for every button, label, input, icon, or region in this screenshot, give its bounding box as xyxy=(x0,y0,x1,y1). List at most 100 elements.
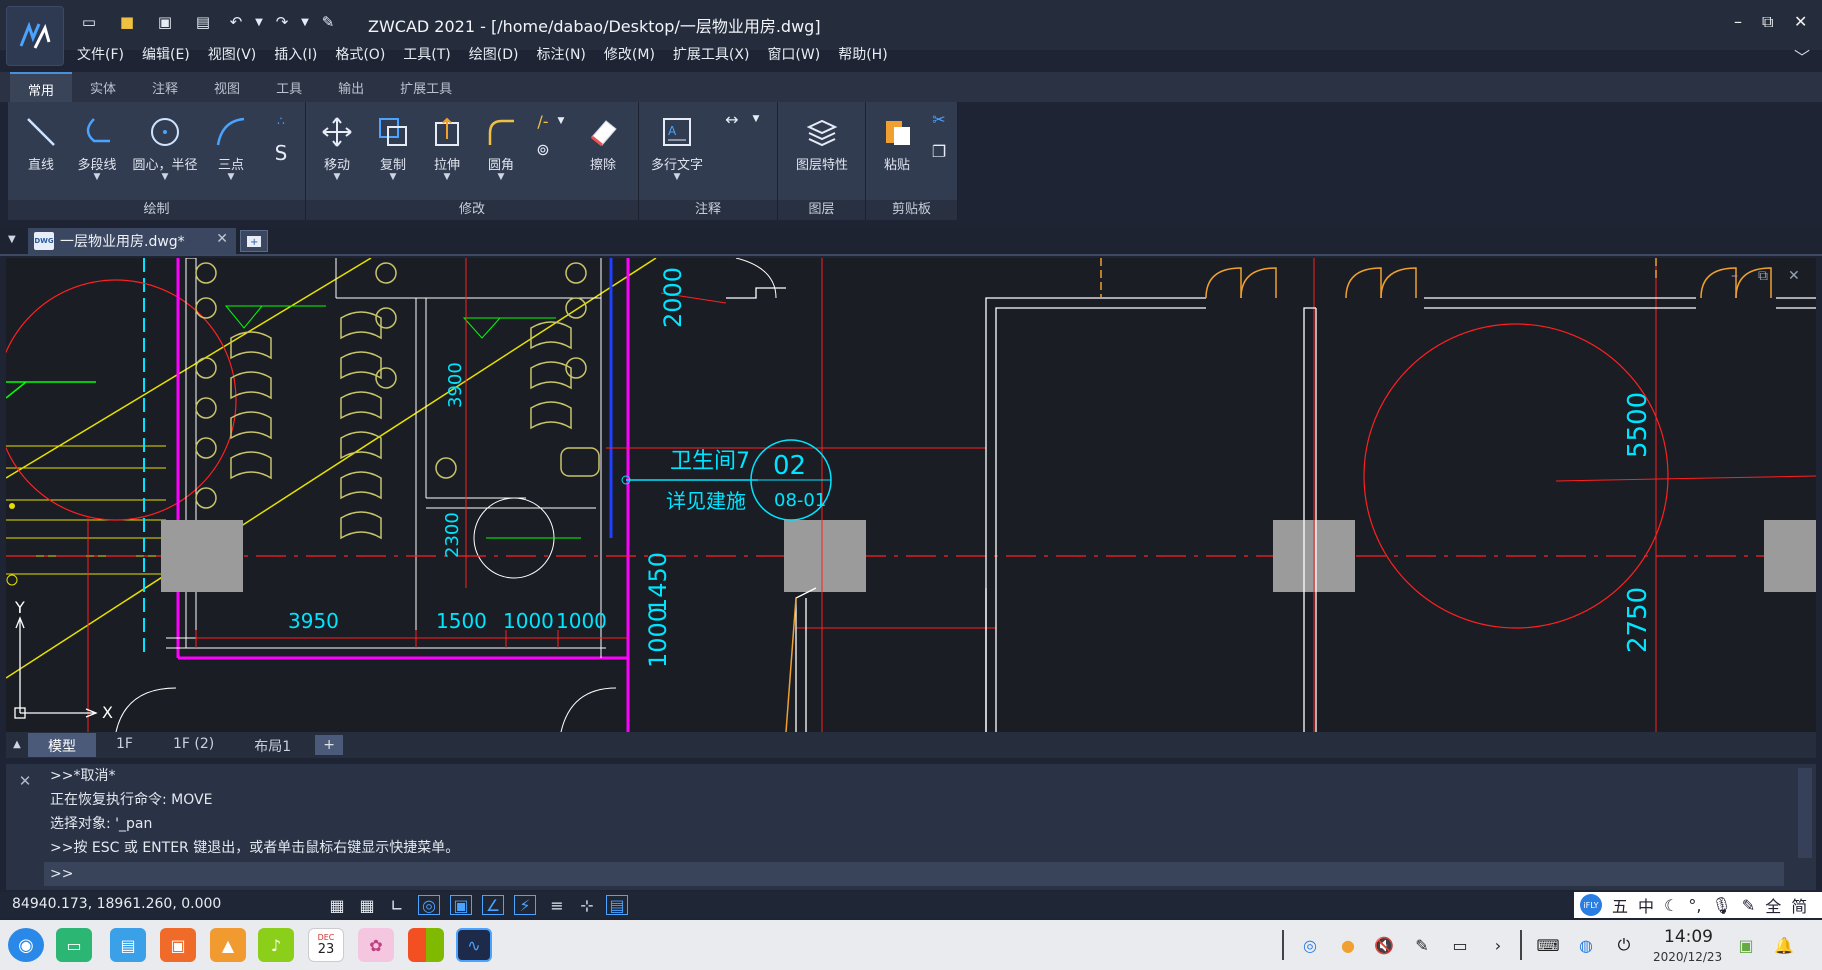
menu-insert[interactable]: 插入(I) xyxy=(265,42,326,66)
save-icon[interactable]: ▣ xyxy=(146,10,184,34)
dropdown-arrow-icon[interactable]: ▼ xyxy=(645,173,709,182)
zwcad-taskbar-icon[interactable]: ∿ xyxy=(456,928,492,962)
dropdown-arrow-icon[interactable]: ▼ xyxy=(310,173,364,182)
chevron-down-icon[interactable]: ▼ xyxy=(8,234,16,245)
layout-tab-layout1[interactable]: 布局1 xyxy=(234,733,311,757)
copy-clip-icon[interactable]: ❐ xyxy=(928,140,950,162)
chevron-down-icon[interactable]: ﹀ xyxy=(1794,44,1810,68)
layout-tab-1f[interactable]: 1F xyxy=(96,733,153,757)
dropdown-arrow-icon[interactable]: ▼ xyxy=(474,173,528,182)
start-menu-icon[interactable]: ◉ xyxy=(8,928,44,962)
menu-tools[interactable]: 工具(T) xyxy=(394,42,459,66)
minimize-button[interactable]: – xyxy=(1734,12,1742,31)
add-layout-button[interactable]: + xyxy=(315,735,344,755)
layer-properties-tool[interactable]: 图层特性 xyxy=(784,112,860,173)
polar-tracking-icon[interactable]: ◎ xyxy=(418,895,440,915)
punctuation-icon[interactable]: °, xyxy=(1688,896,1701,915)
menu-edit[interactable]: 编辑(E) xyxy=(133,42,199,66)
command-scrollbar[interactable] xyxy=(1798,768,1812,858)
keyboard-icon[interactable]: ⌨ xyxy=(1536,933,1560,957)
menu-modify[interactable]: 修改(M) xyxy=(595,42,664,66)
menu-file[interactable]: 文件(F) xyxy=(68,42,133,66)
offset-icon[interactable]: ⊚ xyxy=(532,138,554,160)
drawing-canvas[interactable]: 3950 1500 1000 1000 3900 2300 1450 1000 … xyxy=(6,258,1816,732)
menu-help[interactable]: 帮助(H) xyxy=(829,42,896,66)
new-tab-button[interactable]: + xyxy=(240,230,268,252)
ifly-tray-icon[interactable]: ◎ xyxy=(1298,933,1322,957)
menu-draw[interactable]: 绘图(D) xyxy=(460,42,528,66)
update-tray-icon[interactable]: ● xyxy=(1336,933,1360,957)
layout-tab-1f-2[interactable]: 1F (2) xyxy=(153,733,234,757)
quick-properties-icon[interactable]: ▤ xyxy=(606,895,628,915)
undo-icon[interactable]: ↶ xyxy=(222,10,250,34)
paste-tool[interactable]: 粘贴 xyxy=(870,112,924,173)
viewport-restore-icon[interactable]: ⧉ xyxy=(1758,268,1768,284)
object-snap-icon[interactable]: ▣ xyxy=(450,895,472,915)
cut-icon[interactable]: ✂ xyxy=(928,108,950,130)
dropdown-arrow-icon[interactable]: ▼ xyxy=(420,173,474,182)
spline-icon[interactable]: S xyxy=(270,141,292,165)
ime-chinese[interactable]: 中 xyxy=(1638,893,1654,917)
redo-icon[interactable]: ↷ xyxy=(268,10,296,34)
tab-output[interactable]: 输出 xyxy=(320,72,382,102)
viewport-close-icon[interactable]: ✕ xyxy=(1788,268,1800,284)
stretch-tool[interactable]: 拉伸 ▼ xyxy=(420,112,474,182)
office-icon[interactable] xyxy=(408,928,444,962)
app-store-icon[interactable]: ▣ xyxy=(160,928,196,962)
circle-tool[interactable]: 圆心，半径 ▼ xyxy=(130,112,200,182)
file-manager-icon[interactable]: ▤ xyxy=(110,928,146,962)
dropdown-arrow-icon[interactable]: ▼ xyxy=(130,173,200,182)
open-folder-icon[interactable]: ■ xyxy=(108,10,146,34)
dropdown-arrow-icon[interactable]: ▼ xyxy=(550,110,572,132)
document-tab[interactable]: DWG 一层物业用房.dwg* ✕ xyxy=(28,228,236,254)
volume-muted-icon[interactable]: 🔇 xyxy=(1372,933,1396,957)
dropdown-arrow-icon[interactable]: ▼ xyxy=(70,173,124,182)
dropdown-arrow-icon[interactable]: ▼ xyxy=(204,173,258,182)
dropdown-arrow-icon[interactable]: ▼ xyxy=(366,173,420,182)
pen-tray-icon[interactable]: ✎ xyxy=(1410,933,1434,957)
tab-tools[interactable]: 工具 xyxy=(258,72,320,102)
moon-icon[interactable]: ☾ xyxy=(1664,896,1678,915)
microphone-icon[interactable]: 🎙 xyxy=(1711,896,1731,915)
network-icon[interactable]: ◍ xyxy=(1574,933,1598,957)
calendar-icon[interactable]: DEC 23 xyxy=(308,928,344,962)
menu-extensions[interactable]: 扩展工具(X) xyxy=(664,42,759,66)
tab-view[interactable]: 视图 xyxy=(196,72,258,102)
close-icon[interactable]: ✕ xyxy=(14,772,36,794)
terminal-icon[interactable]: ▭ xyxy=(56,928,92,962)
chevron-right-icon[interactable]: › xyxy=(1486,933,1510,957)
battery-icon[interactable]: ▭ xyxy=(1448,933,1472,957)
menu-view[interactable]: 视图(V) xyxy=(199,42,266,66)
image-viewer-icon[interactable]: ▲ xyxy=(210,928,246,962)
close-icon[interactable]: ✕ xyxy=(216,231,228,247)
clock-time[interactable]: 14:09 xyxy=(1664,927,1713,947)
point-icon[interactable]: ∴ xyxy=(270,110,292,132)
lineweight-icon[interactable]: ≡ xyxy=(546,895,568,915)
fillet-tool[interactable]: 圆角 ▼ xyxy=(474,112,528,182)
object-snap-tracking-icon[interactable]: ∠ xyxy=(482,895,504,915)
erase-tool[interactable]: 擦除 xyxy=(576,112,630,173)
ime-simplified[interactable]: 简 xyxy=(1791,893,1807,917)
copy-tool[interactable]: 复制 ▼ xyxy=(366,112,420,182)
menu-window[interactable]: 窗口(W) xyxy=(758,42,829,66)
linear-dimension-icon[interactable]: ↔ xyxy=(717,108,747,130)
menu-format[interactable]: 格式(O) xyxy=(326,42,394,66)
pen-icon[interactable]: ✎ xyxy=(1742,896,1755,915)
dropdown-arrow-icon[interactable]: ▼ xyxy=(745,108,767,130)
settings-gear-icon[interactable]: ✿ xyxy=(358,928,394,962)
redo-dropdown-icon[interactable]: ▼ xyxy=(296,10,314,34)
ifly-icon[interactable]: iFLY xyxy=(1580,894,1602,916)
ime-fullwidth[interactable]: 全 xyxy=(1765,893,1781,917)
power-icon[interactable]: ⏻ xyxy=(1612,933,1636,957)
notification-bell-icon[interactable]: 🔔 xyxy=(1772,933,1796,957)
music-player-icon[interactable]: ♪ xyxy=(258,928,294,962)
move-tool[interactable]: 移动 ▼ xyxy=(310,112,364,182)
undo-dropdown-icon[interactable]: ▼ xyxy=(250,10,268,34)
ortho-mode-icon[interactable]: ∟ xyxy=(386,895,408,915)
chevron-up-icon[interactable]: ▲ xyxy=(6,734,28,756)
clock-date[interactable]: 2020/12/23 xyxy=(1653,950,1722,964)
menu-dimension[interactable]: 标注(N) xyxy=(528,42,595,66)
tab-solid[interactable]: 实体 xyxy=(72,72,134,102)
line-tool[interactable]: 直线 xyxy=(14,112,68,173)
clipboard-tray-icon[interactable]: ▣ xyxy=(1734,933,1758,957)
